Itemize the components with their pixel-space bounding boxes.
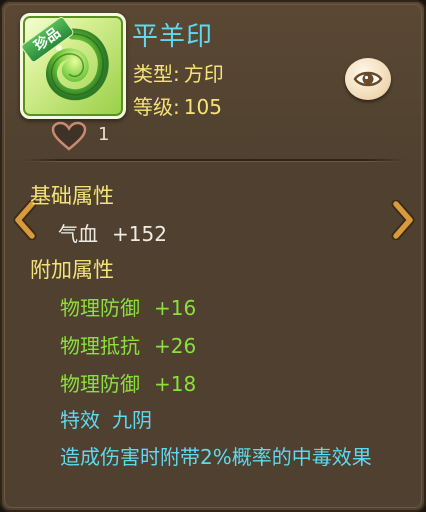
eye-icon	[353, 71, 383, 87]
base-attributes-title: 基础属性	[30, 184, 114, 208]
extra-stat-row: 物理防御 +16	[60, 292, 196, 321]
like-count: 1	[98, 124, 110, 145]
extra-stat-value: +18	[154, 372, 197, 396]
special-effect-label: 特效	[60, 408, 100, 432]
heart-outline-icon[interactable]	[50, 120, 88, 152]
special-effect-description: 造成伤害时附带2%概率的中毒效果	[60, 445, 372, 469]
base-stat-name: 气血	[58, 222, 98, 246]
view-preview-button[interactable]	[345, 58, 391, 100]
extra-stat-name: 物理抵抗	[60, 334, 140, 358]
extra-stat-row: 物理抵抗 +26	[60, 330, 196, 359]
item-level-label: 等级:	[133, 95, 180, 119]
extra-attributes-title: 附加属性	[30, 258, 114, 282]
base-stat-value: +152	[112, 222, 167, 246]
item-name: 平羊印	[132, 22, 214, 52]
base-stat-row: 气血 +152	[58, 218, 167, 247]
header-divider	[24, 159, 404, 162]
special-effect-name: 九阴	[112, 408, 152, 432]
extra-stat-value: +16	[154, 296, 197, 320]
item-type-row: 类型: 方印	[133, 58, 224, 87]
item-type-label: 类型:	[133, 62, 180, 86]
item-level-value: 105	[183, 95, 222, 119]
extra-stat-value: +26	[154, 334, 197, 358]
watermark-decoration	[222, 217, 244, 249]
special-effect-row: 特效 九阴	[60, 404, 152, 433]
extra-stat-name: 物理防御	[60, 372, 140, 396]
item-icon-frame[interactable]	[20, 13, 126, 119]
item-type-value: 方印	[183, 62, 224, 86]
item-tooltip-panel: 珍品 平羊印 类型: 方印 等级: 105 1 基础属性 气血 +152 附加属性	[0, 0, 426, 512]
chevron-right-icon[interactable]	[388, 200, 418, 240]
extra-stat-row: 物理防御 +18	[60, 368, 196, 397]
extra-stat-name: 物理防御	[60, 296, 140, 320]
item-level-row: 等级: 105	[133, 91, 222, 120]
